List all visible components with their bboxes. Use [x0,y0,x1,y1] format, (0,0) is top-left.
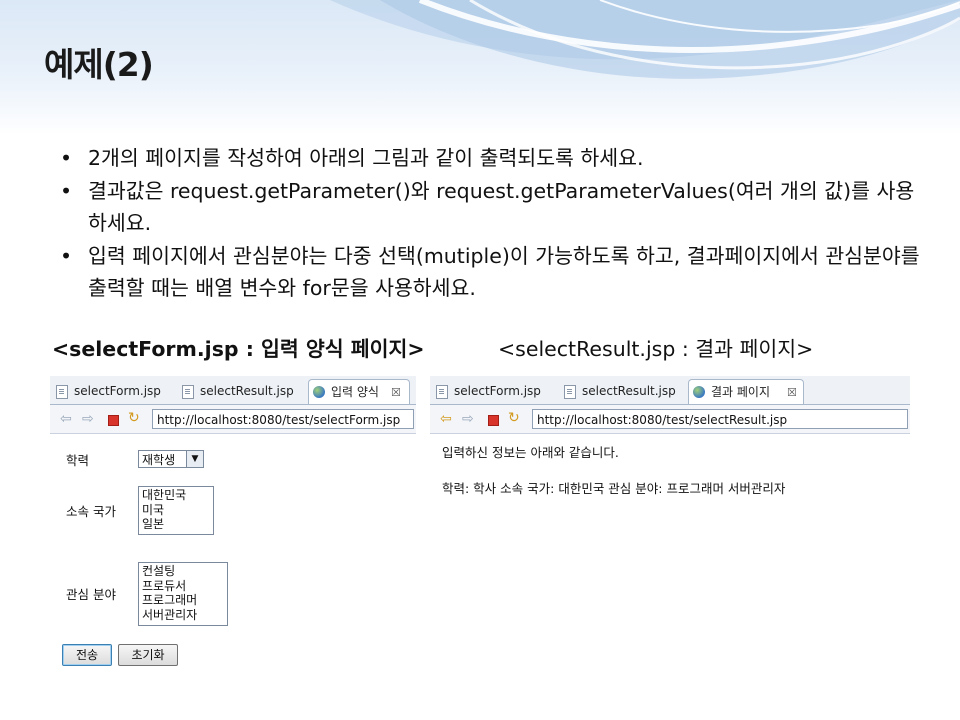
country-listbox[interactable]: 대한민국 미국 일본 [138,486,214,535]
tab-label: selectResult.jsp [200,384,294,398]
tab-result-page[interactable]: 결과 페이지 ☒ [688,379,804,404]
result-page-content: 입력하신 정보는 아래와 같습니다. 학력: 학사 소속 국가: 대한민국 관심… [430,434,910,506]
jsp-file-icon [564,385,576,399]
country-label: 소속 국가 [66,504,116,519]
list-item[interactable]: 프로듀서 [142,579,224,594]
forward-arrow-icon[interactable]: ⇨ [462,411,474,427]
result-intro-text: 입력하신 정보는 아래와 같습니다. [442,445,619,460]
address-bar-input[interactable]: http://localhost:8080/test/selectForm.js… [152,409,414,429]
submit-button[interactable]: 전송 [62,644,112,666]
refresh-icon[interactable]: ↻ [128,410,140,426]
interest-listbox[interactable]: 컨설팅 프로듀서 프로그래머 서버관리자 [138,562,228,626]
browser-toolbar: ⇦ ⇨ ↻ http://localhost:8080/test/selectR… [430,405,910,434]
bullet-text: 2개의 페이지를 작성하여 아래의 그림과 같이 출력되도록 하세요. [88,146,644,170]
list-item[interactable]: 일본 [142,517,210,532]
refresh-icon[interactable]: ↻ [508,410,520,426]
tab-selectresult[interactable]: selectResult.jsp [178,379,302,404]
interest-label: 관심 분야 [66,587,116,602]
chevron-down-icon[interactable]: ▼ [186,451,203,467]
result-browser-window: selectForm.jsp selectResult.jsp 결과 페이지 ☒… [430,376,910,506]
browser-toolbar: ⇦ ⇨ ↻ http://localhost:8080/test/selectF… [50,405,416,434]
bullet-list: • 2개의 페이지를 작성하여 아래의 그림과 같이 출력되도록 하세요. • 결과… [60,142,920,305]
tab-selectform[interactable]: selectForm.jsp [432,379,550,404]
list-item[interactable]: 서버관리자 [142,608,224,623]
form-page-content: 학력 재학생 ▼ 소속 국가 대한민국 미국 일본 관심 분야 컨설팅 프로듀서… [50,434,416,674]
education-label: 학력 [66,453,90,468]
jsp-file-icon [436,385,448,399]
tab-selectresult[interactable]: selectResult.jsp [560,379,684,404]
bullet-text: 입력 페이지에서 관심분야는 다중 선택(mutiple)이 가능하도록 하고,… [88,243,920,301]
tab-label: selectForm.jsp [454,384,541,398]
stop-icon[interactable] [108,415,119,426]
slide-title: 예제(2) [44,45,154,84]
list-item[interactable]: 미국 [142,503,210,518]
globe-icon [313,386,325,398]
bullet-item: • 입력 페이지에서 관심분야는 다중 선택(mutiple)이 가능하도록 하고… [60,240,920,305]
tab-bar: selectForm.jsp selectResult.jsp 결과 페이지 ☒ [430,376,910,405]
education-select[interactable]: 재학생 ▼ [138,450,204,468]
stop-icon[interactable] [488,415,499,426]
bullet-item: • 결과값은 request.getParameter()와 request.ge… [60,175,920,240]
forward-arrow-icon[interactable]: ⇨ [82,411,94,427]
back-arrow-icon[interactable]: ⇦ [440,411,452,427]
bullet-dot-icon: • [60,178,73,203]
close-tab-icon[interactable]: ☒ [787,380,797,405]
tab-label: 입력 양식 [331,385,379,399]
list-item[interactable]: 대한민국 [142,488,210,503]
list-item[interactable]: 컨설팅 [142,564,224,579]
address-bar-input[interactable]: http://localhost:8080/test/selectResult.… [532,409,908,429]
tab-selectform[interactable]: selectForm.jsp [52,379,170,404]
caption-input-page: <selectForm.jsp : 입력 양식 페이지> [52,337,425,361]
tab-bar: selectForm.jsp selectResult.jsp 입력 양식 ☒ [50,376,416,405]
reset-button[interactable]: 초기화 [118,644,178,666]
tab-label: selectForm.jsp [74,384,161,398]
jsp-file-icon [182,385,194,399]
bullet-item: • 2개의 페이지를 작성하여 아래의 그림과 같이 출력되도록 하세요. [60,142,920,175]
globe-icon [693,386,705,398]
bullet-text: 결과값은 request.getParameter()와 request.get… [88,178,915,236]
bullet-dot-icon: • [60,243,73,268]
bullet-dot-icon: • [60,146,73,170]
form-browser-window: selectForm.jsp selectResult.jsp 입력 양식 ☒ … [50,376,416,674]
tab-label: 결과 페이지 [711,385,771,399]
education-selected-value: 재학생 [142,453,176,467]
caption-result-page: <selectResult.jsp : 결과 페이지> [498,337,814,361]
tab-input-form[interactable]: 입력 양식 ☒ [308,379,410,404]
list-item[interactable]: 프로그래머 [142,593,224,608]
back-arrow-icon[interactable]: ⇦ [60,411,72,427]
jsp-file-icon [56,385,68,399]
result-values-text: 학력: 학사 소속 국가: 대한민국 관심 분야: 프로그래머 서버관리자 [442,481,786,496]
close-tab-icon[interactable]: ☒ [391,380,401,405]
tab-label: selectResult.jsp [582,384,676,398]
